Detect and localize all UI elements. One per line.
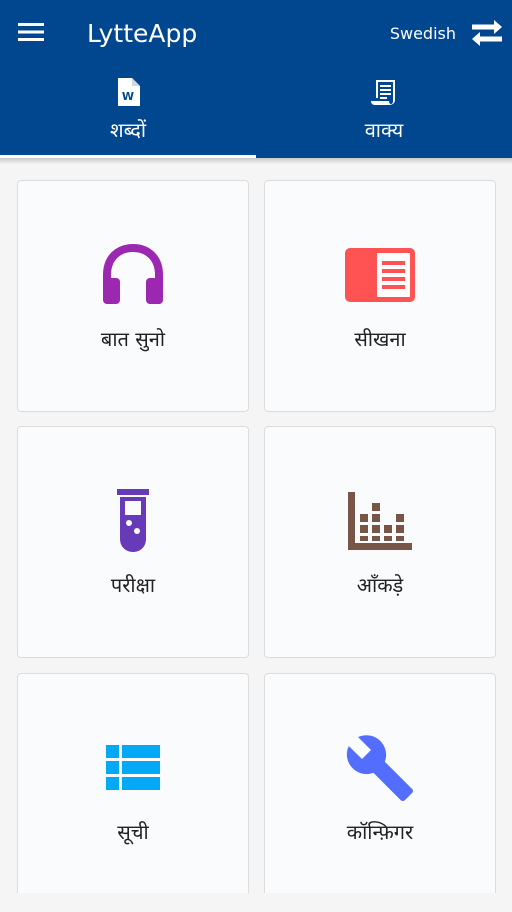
language-label: Swedish (389, 23, 456, 43)
wrench-icon (346, 735, 413, 801)
svg-text:W: W (122, 90, 134, 103)
card-configure-label: कॉन्फ़िगर (346, 820, 414, 844)
list-view-icon (106, 745, 160, 790)
scroll-document-icon (371, 80, 395, 105)
headphones-icon (103, 244, 163, 304)
card-listen-label: बात सुनो (100, 327, 166, 351)
card-listen[interactable]: बात सुनो (17, 180, 249, 412)
card-list[interactable]: सूची (17, 673, 249, 905)
word-document-icon: W (118, 78, 140, 106)
card-list-label: सूची (117, 820, 149, 844)
bottom-strip (0, 893, 512, 912)
card-learn-label: सीखना (354, 327, 406, 351)
card-statistics[interactable]: आँकड़े (264, 426, 496, 658)
menu-button[interactable] (12, 14, 50, 50)
card-statistics-label: आँकड़े (356, 573, 404, 597)
card-learn[interactable]: सीखना (264, 180, 496, 412)
card-test[interactable]: परीक्षा (17, 426, 249, 658)
chrome-reader-icon (345, 248, 415, 302)
tab-words[interactable]: W शब्दों (0, 72, 256, 158)
card-configure[interactable]: कॉन्फ़िगर (264, 673, 496, 905)
app-bar: LytteApp Swedish W शब्दों वाक्य (0, 0, 512, 158)
tab-words-label: शब्दों (109, 118, 147, 142)
hamburger-menu-icon (18, 23, 44, 41)
tab-sentences[interactable]: वाक्य (256, 72, 512, 158)
app-bar-shadow (0, 158, 512, 164)
tab-sentences-label: वाक्य (364, 118, 404, 142)
test-tube-icon (117, 489, 149, 552)
swap-arrows-icon (472, 20, 502, 46)
app-title: LytteApp (87, 19, 198, 48)
language-swap-button[interactable]: Swedish (390, 14, 504, 52)
bar-stats-icon (348, 492, 412, 550)
card-test-label: परीक्षा (110, 573, 156, 597)
